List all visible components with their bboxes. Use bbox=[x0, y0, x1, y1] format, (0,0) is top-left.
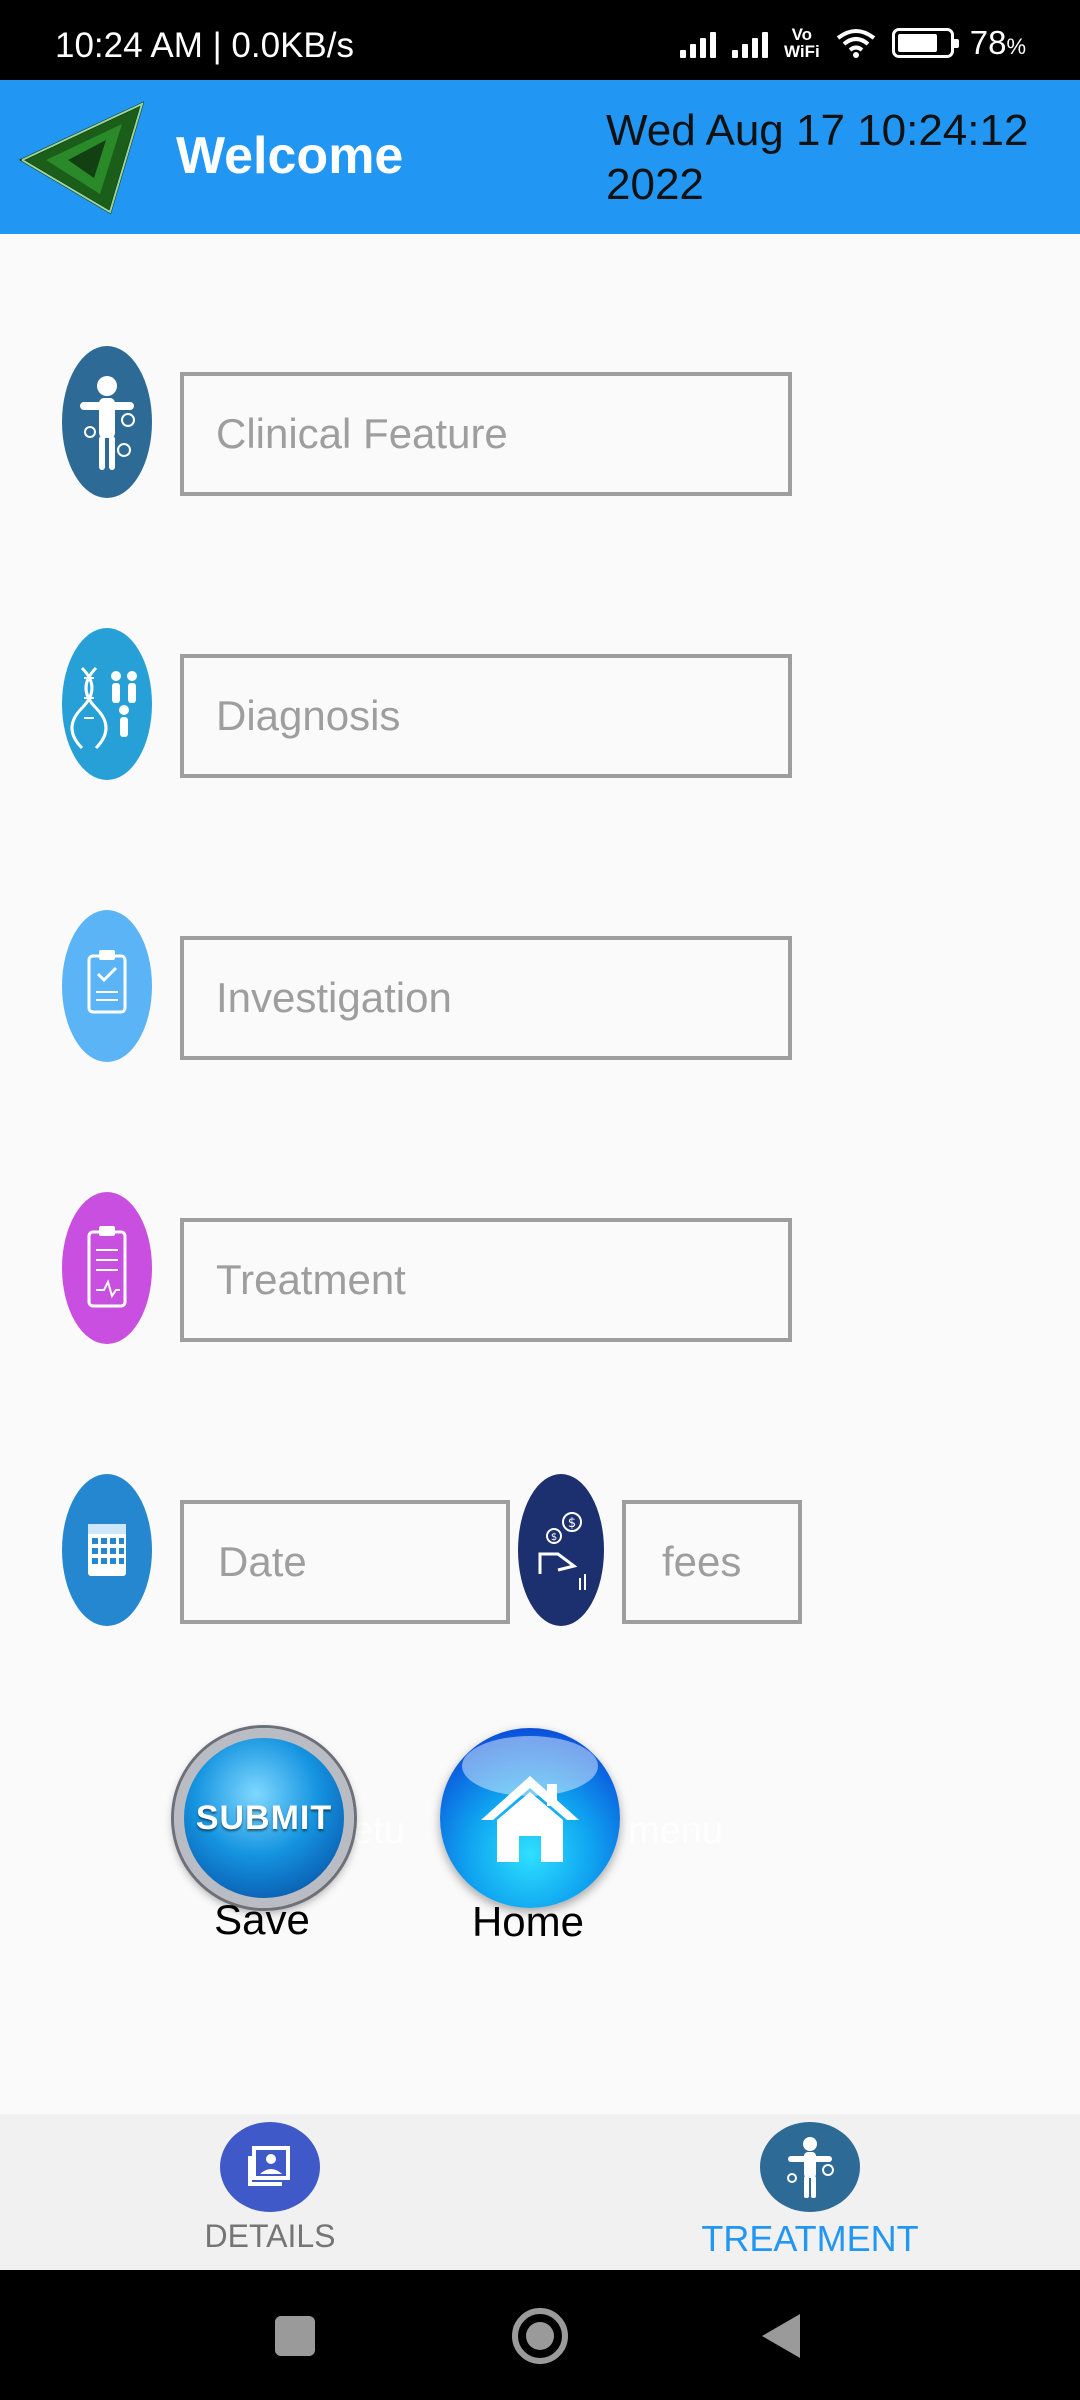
home-caption: Home bbox=[471, 1898, 585, 1945]
diagnosis-input[interactable]: Diagnosis bbox=[180, 654, 792, 778]
clinical-feature-icon bbox=[62, 346, 152, 498]
signal-1-icon bbox=[679, 28, 716, 58]
bottom-navigation: DETAILS TREATMENT bbox=[0, 2114, 1080, 2270]
signal-2-icon bbox=[731, 28, 768, 58]
home-icon bbox=[481, 1776, 579, 1862]
date-input[interactable]: Date bbox=[180, 1500, 510, 1624]
home-button[interactable] bbox=[440, 1728, 620, 1908]
treatment-input[interactable]: Treatment bbox=[180, 1218, 792, 1342]
clinical-feature-input[interactable]: Clinical Feature bbox=[180, 372, 792, 496]
save-caption: Save bbox=[214, 1896, 310, 1943]
wifi-icon bbox=[836, 29, 875, 58]
svg-text:$: $ bbox=[568, 1516, 576, 1531]
investigation-icon bbox=[62, 910, 152, 1062]
diagnosis-icon bbox=[62, 628, 152, 780]
submit-button[interactable]: SUBMIT bbox=[174, 1728, 354, 1908]
app-bar: Welcome Wed Aug 17 10:24:12 2022 bbox=[0, 80, 1080, 234]
status-bar: 10:24 AM | 0.0KB/s Vo WiFi 78% bbox=[0, 0, 1080, 80]
fees-input[interactable]: fees bbox=[622, 1500, 802, 1624]
vowifi-icon: Vo WiFi bbox=[784, 26, 820, 60]
status-icons: Vo WiFi 78% bbox=[679, 24, 1026, 62]
status-time: 10:24 AM | 0.0KB/s bbox=[55, 26, 354, 65]
button-ghost-text-right: menu bbox=[628, 1810, 724, 1852]
current-datetime: Wed Aug 17 10:24:12 2022 bbox=[606, 106, 1029, 209]
battery-percent: 78% bbox=[969, 24, 1026, 61]
calendar-icon bbox=[62, 1474, 152, 1626]
button-ghost-text-left: etu bbox=[352, 1810, 405, 1852]
tab-treatment[interactable]: TREATMENT bbox=[540, 2114, 1080, 2270]
details-icon bbox=[220, 2122, 320, 2212]
tab-details-label: DETAILS bbox=[204, 2218, 336, 2254]
treatment-tab-icon bbox=[760, 2122, 860, 2212]
submit-button-label: SUBMIT bbox=[195, 1798, 333, 1837]
system-home-icon[interactable] bbox=[512, 2308, 568, 2364]
vowifi-top-label: Vo bbox=[791, 25, 813, 44]
tab-details[interactable]: DETAILS bbox=[0, 2114, 540, 2270]
investigation-input[interactable]: Investigation bbox=[180, 936, 792, 1060]
treatment-icon bbox=[62, 1192, 152, 1344]
battery-icon bbox=[891, 28, 959, 58]
recents-icon[interactable] bbox=[275, 2316, 315, 2356]
system-navigation-bar bbox=[0, 2270, 1080, 2400]
back-icon[interactable] bbox=[762, 2314, 800, 2358]
app-logo-icon bbox=[18, 101, 144, 215]
vowifi-bottom-label: WiFi bbox=[783, 42, 820, 61]
fees-icon: $ $ bbox=[518, 1474, 604, 1626]
tab-treatment-label: TREATMENT bbox=[701, 2218, 919, 2259]
page-title: Welcome bbox=[176, 127, 404, 185]
svg-text:$: $ bbox=[551, 1532, 557, 1543]
